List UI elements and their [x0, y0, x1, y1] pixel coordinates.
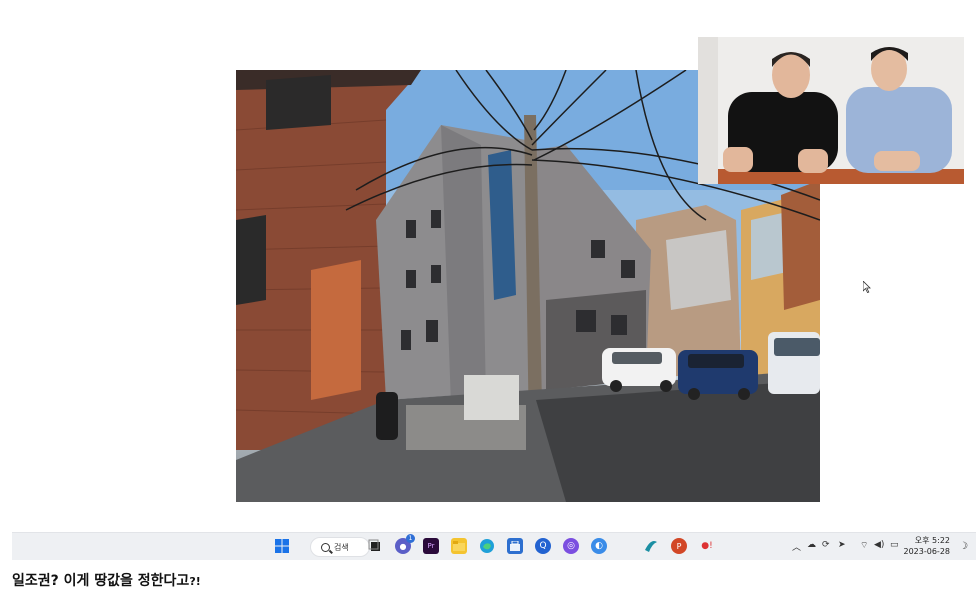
clock-time: 오후 5:22 — [914, 536, 950, 545]
caption-main: 일조권? 이게 땅값을 정한다고 — [12, 573, 190, 589]
microsoft-store-icon[interactable] — [507, 538, 523, 554]
system-clock[interactable]: 오후 5:22 2023-06-28 — [904, 535, 951, 557]
sync-icon[interactable]: ⟳ — [822, 540, 830, 550]
wifi-icon[interactable]: ⌔ — [860, 540, 868, 551]
caption-tail: ?! — [189, 575, 201, 588]
search-label: 검색 — [334, 542, 349, 552]
mouse-cursor-icon — [863, 281, 871, 293]
search-icon — [321, 542, 330, 552]
chat-badge: 1 — [406, 534, 415, 543]
taskbar-search-box[interactable]: 검색 — [310, 537, 370, 557]
app-red-icon[interactable]: ●! — [699, 538, 715, 554]
task-view-icon[interactable] — [367, 538, 383, 554]
notification-moon-icon[interactable]: ☽ — [959, 541, 968, 552]
app-purple-icon[interactable]: ◎ — [563, 538, 579, 554]
windows-taskbar: 검색 ● 1 Pr Q ◎ ◐ P ●! ︿ ☁ ⟳ ➤ ⌔ ◀) ▭ 오후 5… — [12, 532, 976, 560]
app-teal-icon[interactable] — [643, 538, 659, 554]
speaker-icon[interactable]: ◀) — [874, 540, 884, 550]
video-caption: 일조권? 이게 땅값을 정한다고?! — [12, 570, 201, 590]
edge-browser-icon[interactable] — [479, 538, 495, 554]
location-icon[interactable]: ➤ — [838, 540, 846, 550]
battery-icon[interactable]: ▭ — [890, 540, 899, 550]
webcam-overlay — [698, 37, 964, 184]
app-bluesky-icon[interactable]: ◐ — [591, 538, 607, 554]
windows-start-icon[interactable] — [274, 538, 290, 554]
screen: 검색 ● 1 Pr Q ◎ ◐ P ●! ︿ ☁ ⟳ ➤ ⌔ ◀) ▭ 오후 5… — [0, 0, 980, 597]
cloud-icon[interactable]: ☁ — [807, 540, 816, 550]
powerpoint-icon[interactable]: P — [671, 538, 687, 554]
app-blue-icon[interactable]: Q — [535, 538, 551, 554]
chat-icon[interactable]: ● 1 — [395, 534, 415, 554]
clock-date: 2023-06-28 — [903, 547, 951, 556]
chevron-up-icon[interactable]: ︿ — [792, 540, 801, 553]
file-explorer-icon[interactable] — [451, 538, 467, 554]
premiere-pro-icon[interactable]: Pr — [423, 538, 439, 554]
